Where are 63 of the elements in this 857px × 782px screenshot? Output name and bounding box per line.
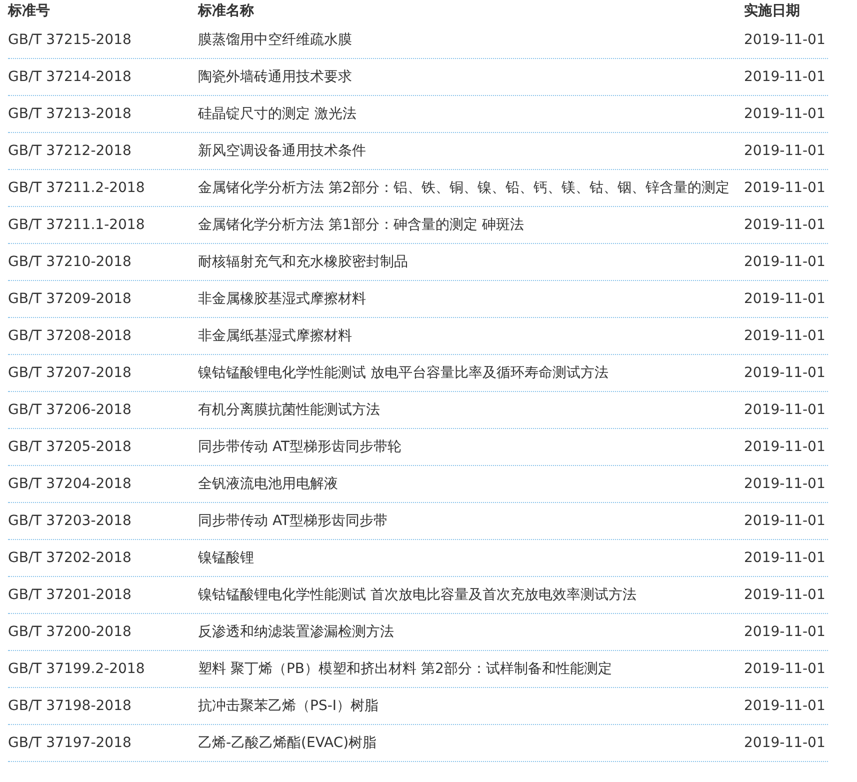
table-cell-text: 2019-11-01 [744,512,826,531]
table-cell-text: 有机分离膜抗菌性能测试方法 [198,401,381,420]
table-cell-text: 镍钴锰酸锂电化学性能测试 首次放电比容量及首次充放电效率测试方法 [198,586,638,605]
table-cell-text: GB/T 37204-2018 [8,475,132,494]
table-cell-text: 镍锰酸锂 [198,549,255,568]
table-cell-text: 2019-11-01 [744,216,826,235]
table-cell-text: 2019-11-01 [744,697,826,716]
table-cell-text: GB/T 37213-2018 [8,105,132,124]
table-cell-text: 2019-11-01 [744,68,826,87]
table-cell-text: 2019-11-01 [744,623,826,642]
table-cell-text: GB/T 37197-2018 [8,734,132,753]
table-cell-text: 2019-11-01 [744,549,826,568]
table-cell-text: 2019-11-01 [744,401,826,420]
table-cell-text: GB/T 37210-2018 [8,253,132,272]
column-header: 标准号 [8,2,51,20]
table-cell-text: 抗冲击聚苯乙烯（PS-I）树脂 [198,697,380,716]
table-cell-text: 膜蒸馏用中空纤维疏水膜 [198,31,353,50]
table-cell-text: GB/T 37208-2018 [8,327,132,346]
column-header: 实施日期 [744,2,801,20]
table-cell-text: GB/T 37199.2-2018 [8,660,146,679]
table-cell-text: 2019-11-01 [744,179,826,198]
table-cell-text: 2019-11-01 [744,290,826,309]
table-cell-text: 2019-11-01 [744,734,826,753]
table-cell-text: 2019-11-01 [744,142,826,161]
table-cell-text: 耐核辐射充气和充水橡胶密封制品 [198,253,409,272]
table-cell-text: 2019-11-01 [744,586,826,605]
table-cell-text: 同步带传动 AT型梯形齿同步带轮 [198,438,402,457]
table-cell-text: 硅晶锭尺寸的测定 激光法 [198,105,358,124]
table-cell-text: 非金属纸基湿式摩擦材料 [198,327,353,346]
table-cell-text: 反渗透和纳滤装置渗漏检测方法 [198,623,395,642]
table-cell-text: 2019-11-01 [744,327,826,346]
table-cell-text: 乙烯-乙酸乙烯酯(EVAC)树脂 [198,734,378,753]
table-cell-text: GB/T 37212-2018 [8,142,132,161]
table-cell-text: GB/T 37202-2018 [8,549,132,568]
table-cell-text: 2019-11-01 [744,31,826,50]
table-cell-text: 金属锗化学分析方法 第2部分：铝、铁、铜、镍、铅、钙、镁、钴、铟、锌含量的测定 [198,179,730,198]
table-cell-text: GB/T 37203-2018 [8,512,132,531]
table-cell-text: 2019-11-01 [744,475,826,494]
table-cell-text: GB/T 37211.2-2018 [8,179,146,198]
table-cell-text: GB/T 37214-2018 [8,68,132,87]
table-cell-text: GB/T 37205-2018 [8,438,132,457]
table-cell-text: 2019-11-01 [744,105,826,124]
table-cell-text: GB/T 37206-2018 [8,401,132,420]
table-cell-text: 同步带传动 AT型梯形齿同步带 [198,512,388,531]
table-cell-text: 2019-11-01 [744,364,826,383]
table-cell-text: GB/T 37200-2018 [8,623,132,642]
table-cell-text: GB/T 37201-2018 [8,586,132,605]
table-cell-text: 金属锗化学分析方法 第1部分：砷含量的测定 砷斑法 [198,216,525,235]
table-cell-text: GB/T 37209-2018 [8,290,132,309]
table-cell-text: 全钒液流电池用电解液 [198,475,339,494]
table-cell-text: 2019-11-01 [744,438,826,457]
table-cell-text: GB/T 37198-2018 [8,697,132,716]
table-cell-text: 2019-11-01 [744,253,826,272]
table-cell-text: 镍钴锰酸锂电化学性能测试 放电平台容量比率及循环寿命测试方法 [198,364,610,383]
table-cell-text: GB/T 37207-2018 [8,364,132,383]
table-cell-text: GB/T 37215-2018 [8,31,132,50]
table-cell-text: 非金属橡胶基湿式摩擦材料 [198,290,367,309]
table-cell-text: 塑料 聚丁烯（PB）模塑和挤出材料 第2部分：试样制备和性能测定 [198,660,613,679]
column-header: 标准名称 [198,2,255,20]
table-cell-text: 新风空调设备通用技术条件 [198,142,367,161]
table-cell-text: 陶瓷外墙砖通用技术要求 [198,68,353,87]
table-cell-text: GB/T 37211.1-2018 [8,216,146,235]
table-cell-text: 2019-11-01 [744,660,826,679]
